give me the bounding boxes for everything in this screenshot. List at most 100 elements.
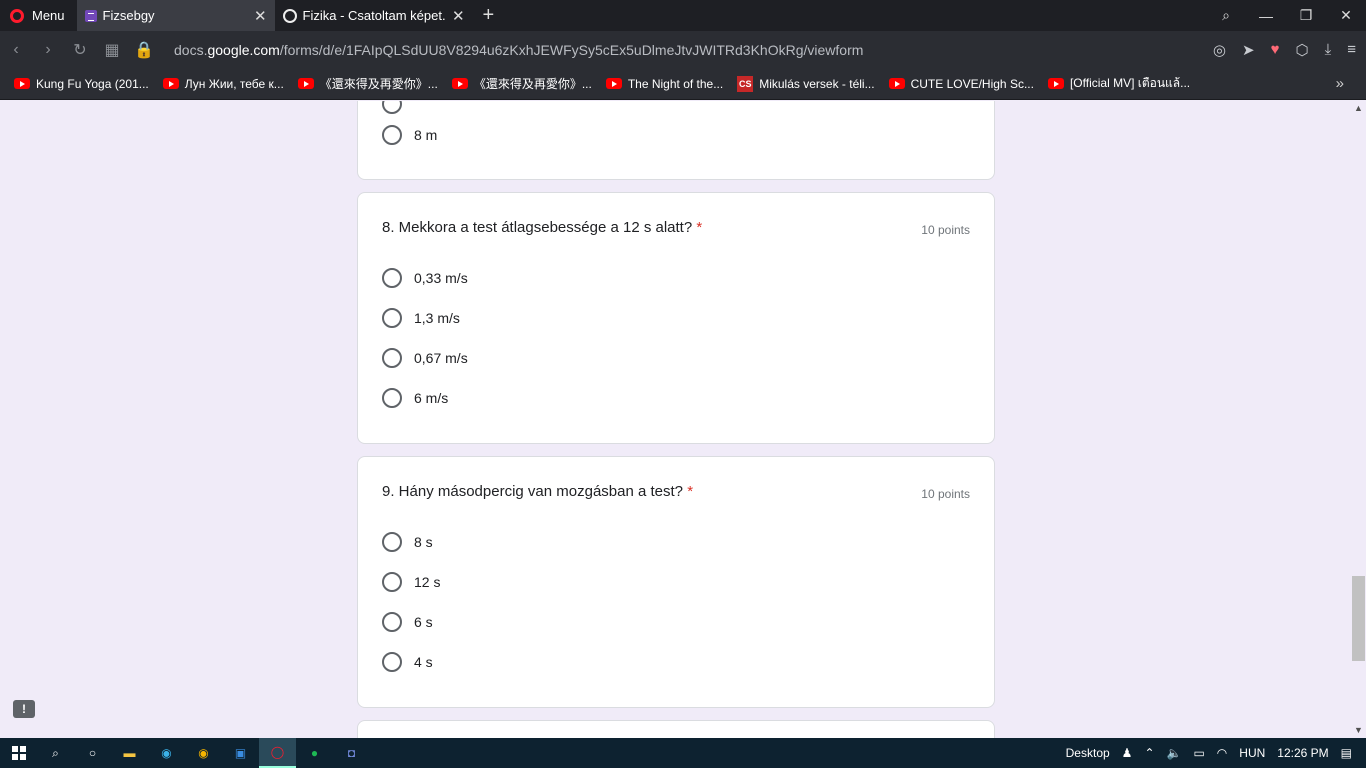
battery-icon[interactable]: ▭ [1193,746,1204,760]
menu-lines-icon[interactable]: ≡ [1347,41,1356,58]
chrome-icon[interactable]: ◉ [185,738,222,768]
scroll-down-icon[interactable]: ▼ [1354,725,1363,735]
radio-button[interactable] [382,532,402,552]
tab-fizika[interactable]: Fizika - Csatoltam képet. ✕ [275,0,473,31]
radio-button[interactable] [382,612,402,632]
photos-icon[interactable]: ▣ [222,738,259,768]
question-card-9: 9. Hány másodpercig van mozgásban a test… [357,456,995,708]
search-icon[interactable]: ⌕ [37,738,74,768]
close-tab-icon[interactable]: ✕ [254,7,267,25]
user-icon[interactable]: ♟ [1122,746,1133,760]
edge-icon[interactable]: ◉ [148,738,185,768]
bookmark-item[interactable]: CUTE LOVE/High Sc... [888,77,1034,91]
heart-icon[interactable]: ♥ [1271,41,1280,58]
radio-button[interactable] [382,652,402,672]
site-icon [282,8,297,23]
scrollbar[interactable]: ▲ ▼ [1350,101,1366,738]
bookmark-item[interactable]: 《還來得及再愛你》... [297,75,438,92]
more-bookmarks-icon[interactable]: » [1336,75,1344,92]
cs-site-icon: CS [737,75,754,92]
tabs-grid-icon[interactable]: ▦ [96,40,128,60]
points-label: 10 points [921,223,970,237]
language-indicator[interactable]: HUN [1239,746,1265,760]
url-field[interactable]: docs.google.com/forms/d/e/1FAIpQLSdUU8V8… [174,42,863,58]
send-icon[interactable]: ➤ [1242,41,1255,59]
restore-button[interactable]: ❐ [1286,7,1326,24]
radio-button[interactable] [382,268,402,288]
radio-button[interactable] [382,101,402,114]
opera-menu-button[interactable]: Menu [0,0,77,31]
google-forms-icon [84,9,97,22]
radio-button[interactable] [382,572,402,592]
search-tabs-icon[interactable]: ⌕ [1206,7,1246,24]
bookmark-item[interactable]: CS Mikulás versek - téli... [737,75,875,92]
bookmark-item[interactable]: Kung Fu Yoga (201... [14,77,149,91]
wifi-icon[interactable]: ◠ [1217,746,1227,760]
desktop-toolbar-label[interactable]: Desktop [1066,746,1110,760]
radio-button[interactable] [382,388,402,408]
scroll-up-icon[interactable]: ▲ [1354,103,1363,113]
discord-icon[interactable]: ◘ [333,738,370,768]
youtube-icon [14,78,30,89]
bookmark-item[interactable]: [Official MV] เตือนแล้... [1047,74,1190,93]
scroll-thumb[interactable] [1352,576,1365,661]
download-icon[interactable]: ⤓ [1325,41,1332,58]
camera-icon[interactable]: ◎ [1213,41,1226,59]
youtube-icon [1047,78,1064,89]
youtube-icon [162,78,179,89]
file-explorer-icon[interactable]: ▬ [111,738,148,768]
answer-option[interactable]: 4 s [382,652,433,672]
answer-option[interactable]: 6 m/s [382,388,448,408]
close-tab-icon[interactable]: ✕ [452,7,465,25]
radio-button[interactable] [382,348,402,368]
bookmarks-bar: Kung Fu Yoga (201... Лун Жии, тебе к... … [0,68,1366,100]
opera-taskbar-icon[interactable]: ◯ [259,738,296,768]
answer-option[interactable]: 6 s [382,612,433,632]
option-label: 1,3 m/s [414,310,460,326]
chevron-up-icon[interactable]: ⌃ [1144,746,1154,760]
option-label: 0,33 m/s [414,270,468,286]
start-button[interactable] [0,738,37,768]
bookmark-item[interactable]: The Night of the... [605,77,723,91]
volume-icon[interactable]: 🔈 [1167,746,1182,760]
clock[interactable]: 12:26 PM [1277,746,1328,760]
notifications-icon[interactable]: ▤ [1341,746,1352,760]
answer-option[interactable]: 12 s [382,572,440,592]
box-icon[interactable]: ⬡ [1295,41,1308,59]
question-card-8: 8. Mekkora a test átlagsebessége a 12 s … [357,192,995,444]
answer-option[interactable]: 1,3 m/s [382,308,460,328]
minimize-button[interactable]: — [1246,8,1286,24]
answer-option[interactable]: 0,67 m/s [382,348,468,368]
answer-option[interactable]: 8 s [382,532,433,552]
radio-button[interactable] [382,125,402,145]
lock-icon: 🔒 [134,41,154,59]
points-label: 10 points [921,487,970,501]
option-label: 8 s [414,534,433,550]
close-window-button[interactable]: ✕ [1326,7,1366,24]
tab-title: Fizika - Csatoltam képet. [302,8,446,23]
tab-fizsebgy[interactable]: Fizsebgy ✕ [76,0,275,31]
back-icon[interactable]: ‹ [0,41,32,59]
bookmark-item[interactable]: 《還來得及再愛你》... [451,75,592,92]
opera-logo-icon [10,8,24,23]
bookmark-item[interactable]: Лун Жии, тебе к... [162,77,284,91]
new-tab-button[interactable]: + [473,4,505,27]
answer-option[interactable]: 8 m [382,125,437,145]
option-label: 12 s [414,574,441,590]
answer-option[interactable]: 0,33 m/s [382,268,468,288]
spotify-icon[interactable]: ● [296,738,333,768]
answer-option[interactable] [382,101,402,114]
forward-icon[interactable]: › [32,41,64,59]
youtube-icon [888,78,905,89]
feedback-icon[interactable]: ! [13,700,35,718]
option-label: 0,67 m/s [414,350,468,366]
tab-bar: Menu Fizsebgy ✕ Fizika - Csatoltam képet… [0,0,1366,31]
option-label: 4 s [414,654,433,670]
radio-button[interactable] [382,308,402,328]
cortana-icon[interactable]: ○ [74,738,111,768]
taskbar: ⌕ ○ ▬ ◉ ◉ ▣ ◯ ● ◘ Desktop ♟ ⌃ 🔈 ▭ ◠ HUN … [0,738,1366,768]
reload-icon[interactable]: ↻ [64,40,96,60]
youtube-icon [297,78,314,89]
tab-title: Fizsebgy [102,8,155,23]
youtube-icon [605,78,622,89]
